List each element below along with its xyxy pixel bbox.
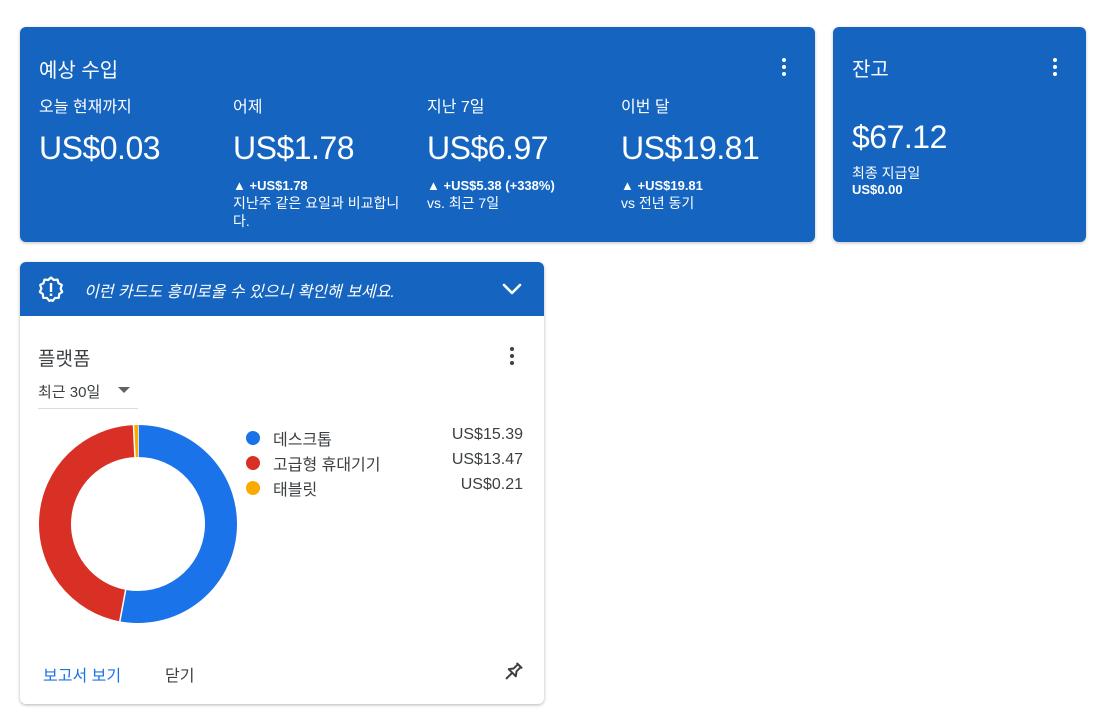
estimated-earnings-card: 예상 수입 오늘 현재까지 US$0.03 어제 US$1.78 ▲ +US$1… (20, 27, 815, 242)
metric-delta: ▲ +US$19.81 (621, 178, 703, 193)
balance-more-icon[interactable] (1043, 55, 1067, 79)
metric-note: vs. 최근 7일 (427, 195, 500, 211)
date-range-label: 최근 30일 (38, 384, 101, 401)
legend-label: 데스크톱 (273, 432, 332, 449)
suggestion-banner[interactable]: 이런 카드도 흥미로울 수 있으니 확인해 보세요. (20, 262, 544, 316)
legend-value: US$15.39 (451, 426, 523, 443)
platform-title: 플랫폼 (38, 349, 91, 370)
earnings-title: 예상 수입 (39, 60, 119, 82)
legend-item-desktop: 데스크톱 US$15.39 (246, 426, 526, 451)
chart-legend: 데스크톱 US$15.39 고급형 휴대기기 US$13.47 태블릿 US$0… (246, 426, 526, 501)
caret-down-icon (118, 387, 130, 393)
metric-value: US$1.78 (233, 130, 355, 166)
metric-value: US$6.97 (427, 130, 549, 166)
legend-dot (246, 431, 260, 445)
legend-label: 고급형 휴대기기 (273, 457, 381, 474)
view-report-link[interactable]: 보고서 보기 (43, 662, 121, 686)
balance-value: $67.12 (852, 119, 947, 155)
legend-dot (246, 456, 260, 470)
metric-this-month: 이번 달 US$19.81 ▲ +US$19.81 vs 전년 동기 (621, 98, 811, 212)
platform-more-icon[interactable] (500, 344, 524, 368)
metric-delta: ▲ +US$5.38 (+338%) (427, 178, 555, 193)
banner-text: 이런 카드도 흥미로울 수 있으니 확인해 보세요. (84, 284, 395, 301)
earnings-more-icon[interactable] (772, 55, 796, 79)
legend-item-tablet: 태블릿 US$0.21 (246, 476, 526, 501)
balance-title: 잔고 (852, 59, 889, 81)
metric-note: 지난주 같은 요일과 비교합니다. (233, 195, 400, 229)
metric-delta: ▲ +US$1.78 (233, 178, 308, 193)
chevron-down-icon[interactable] (500, 277, 524, 301)
last-payment-label: 최종 지급일 (852, 165, 921, 181)
metric-label: 오늘 현재까지 (39, 99, 132, 116)
donut-slice-1[interactable] (119, 425, 237, 623)
legend-value: US$13.47 (451, 451, 523, 468)
metric-note: vs 전년 동기 (621, 195, 695, 211)
legend-value: US$0.21 (460, 476, 523, 493)
metric-value: US$19.81 (621, 130, 760, 166)
donut-slice-2[interactable] (39, 425, 136, 622)
metric-yesterday: 어제 US$1.78 ▲ +US$1.78 지난주 같은 요일과 비교합니다. (233, 98, 408, 230)
platform-donut-chart (39, 425, 237, 623)
balance-card: 잔고 $67.12 최종 지급일 US$0.00 (833, 27, 1086, 242)
legend-label: 태블릿 (273, 482, 318, 499)
date-range-dropdown[interactable]: 최근 30일 (38, 378, 138, 409)
pin-icon[interactable] (501, 660, 525, 684)
legend-item-high-end-mobile: 고급형 휴대기기 US$13.47 (246, 451, 526, 476)
metric-label: 지난 7일 (427, 99, 485, 116)
metric-label: 이번 달 (621, 99, 670, 116)
last-payment-value: US$0.00 (852, 182, 903, 197)
metric-last-7-days: 지난 7일 US$6.97 ▲ +US$5.38 (+338%) vs. 최근 … (427, 98, 617, 212)
legend-dot (246, 481, 260, 495)
alert-badge-icon (38, 276, 64, 303)
metric-value: US$0.03 (39, 130, 161, 166)
metric-label: 어제 (233, 99, 263, 116)
close-button[interactable]: 닫기 (165, 662, 194, 686)
metric-today: 오늘 현재까지 US$0.03 (39, 98, 229, 168)
platform-card: 이런 카드도 흥미로울 수 있으니 확인해 보세요. 플랫폼 최근 30일 데스… (20, 262, 544, 704)
